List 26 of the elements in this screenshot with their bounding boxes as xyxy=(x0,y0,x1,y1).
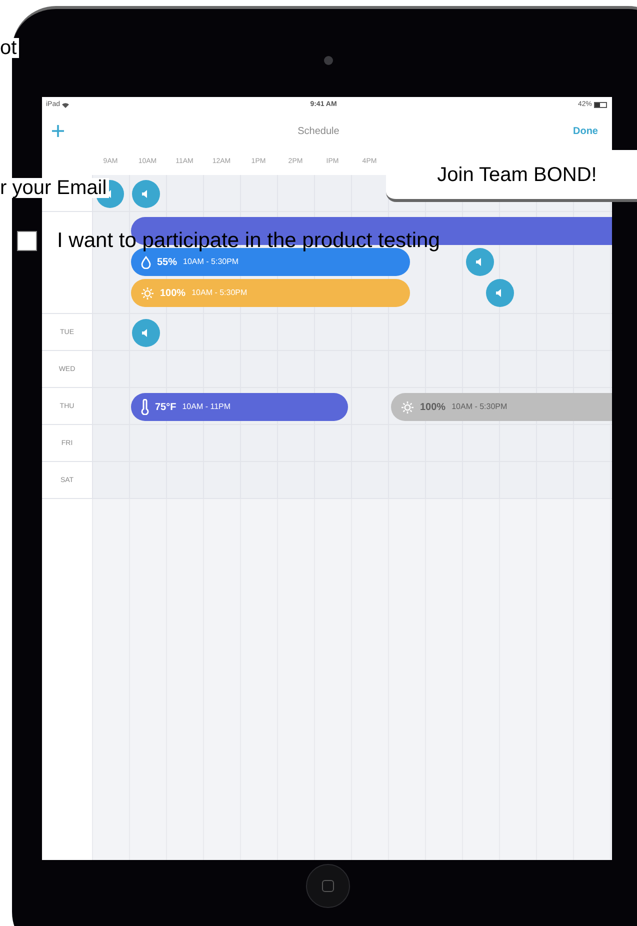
reading-text: 100% xyxy=(160,286,186,300)
reading-text: 100% xyxy=(420,400,446,414)
time-range-text: 10AM - 5:30PM xyxy=(192,287,248,299)
checkbox[interactable] xyxy=(17,230,37,250)
email-label: r your Email xyxy=(0,178,109,198)
time-range-text: 10AM - 11PM xyxy=(182,401,231,413)
done-link[interactable]: Done xyxy=(572,124,598,138)
add-icon[interactable] xyxy=(52,125,64,137)
cut-text: ot xyxy=(0,38,19,58)
schedule-bar[interactable]: 75°F 10AM - 11PM xyxy=(131,393,348,421)
schedule-bar[interactable]: 100% 10AM - 5:30PM xyxy=(391,393,612,421)
thermometer-icon xyxy=(141,399,149,415)
screen-title: Schedule xyxy=(298,124,340,138)
droplet-icon xyxy=(141,256,151,268)
home-button[interactable] xyxy=(306,864,350,908)
battery-icon xyxy=(594,102,608,108)
join-button[interactable]: Join Team BOND! xyxy=(386,150,637,202)
sun-icon xyxy=(141,286,154,300)
time-range-text: 10AM - 5:30PM xyxy=(452,401,508,413)
wifi-icon xyxy=(62,102,70,108)
time-range-text: 10AM - 5:30PM xyxy=(183,256,239,268)
reading-text: 75°F xyxy=(155,400,176,414)
square-icon xyxy=(322,880,334,892)
camera-icon xyxy=(324,56,333,65)
reading-text: 55% xyxy=(157,256,178,270)
sun-icon xyxy=(401,400,414,414)
